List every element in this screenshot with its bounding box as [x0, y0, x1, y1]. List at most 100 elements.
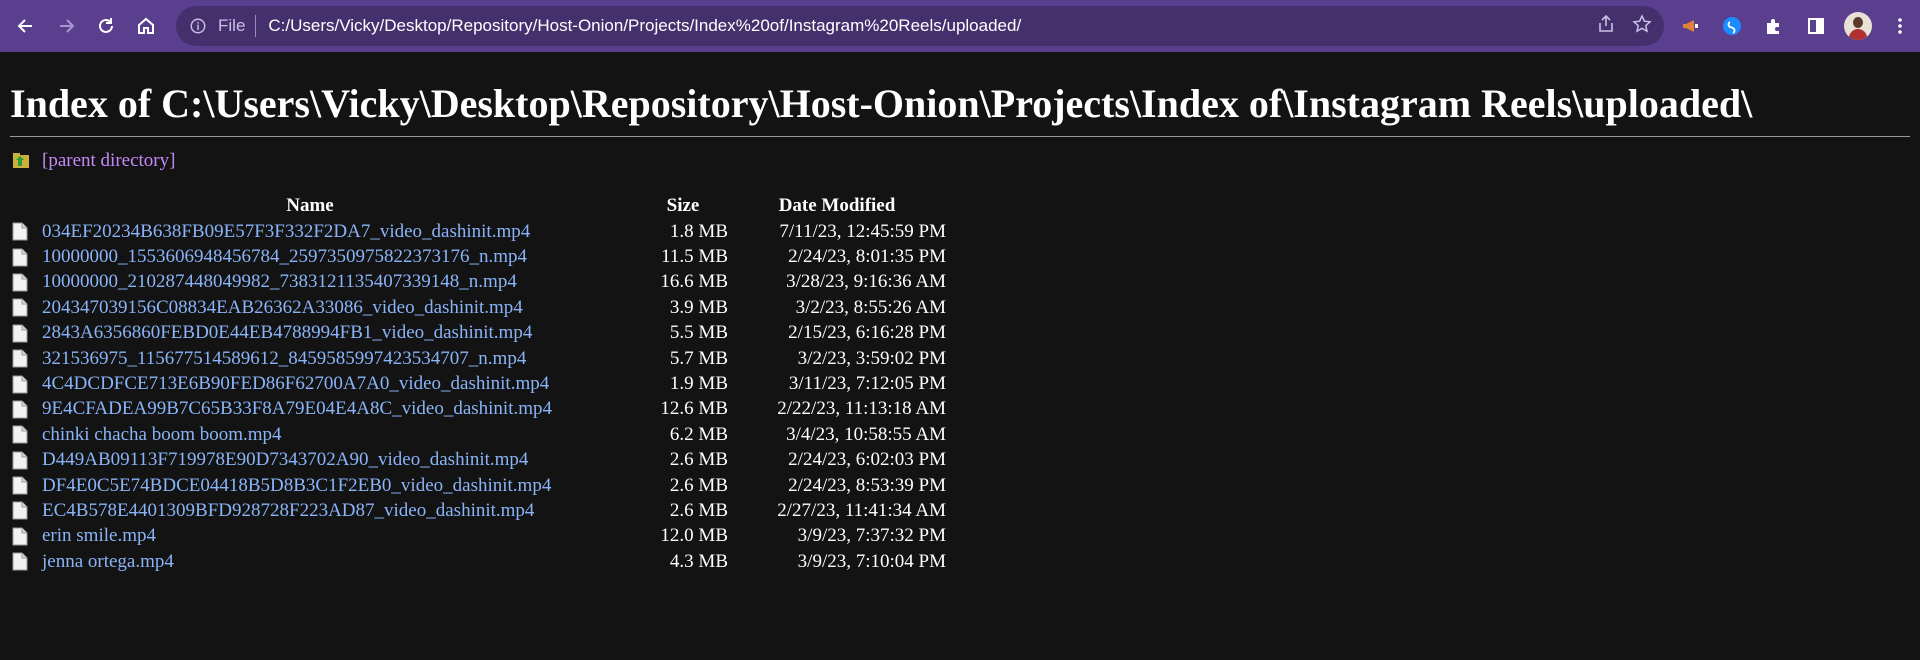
- table-row: 9E4CFADEA99B7C65B33F8A79E04E4A8C_video_d…: [10, 397, 946, 422]
- file-link[interactable]: D449AB09113F719978E90D7343702A90_video_d…: [42, 449, 528, 471]
- column-name[interactable]: Name: [10, 193, 610, 219]
- file-size: 5.7 MB: [669, 347, 728, 369]
- file-date: 3/2/23, 8:55:26 AM: [795, 296, 946, 318]
- file-size: 3.9 MB: [669, 296, 728, 318]
- file-link[interactable]: 9E4CFADEA99B7C65B33F8A79E04E4A8C_video_d…: [42, 398, 552, 420]
- file-name-cell: 2843A6356860FEBD0E44EB4788994FB1_video_d…: [10, 321, 610, 346]
- url-scheme: File: [218, 16, 246, 35]
- table-row: D449AB09113F719978E90D7343702A90_video_d…: [10, 448, 946, 473]
- file-size: 11.5 MB: [661, 246, 728, 268]
- table-row: 321536975_115677514589612_84595859974235…: [10, 346, 946, 371]
- file-icon: [12, 349, 28, 368]
- file-size: 2.6 MB: [669, 499, 728, 521]
- file-date: 3/2/23, 3:59:02 PM: [797, 347, 946, 369]
- file-icon: [12, 222, 28, 241]
- extension-megaphone-icon[interactable]: [1672, 8, 1708, 44]
- file-name-cell: 204347039156C08834EAB26362A33086_video_d…: [10, 295, 610, 320]
- file-link[interactable]: 2843A6356860FEBD0E44EB4788994FB1_video_d…: [42, 322, 532, 344]
- reload-button[interactable]: [86, 6, 126, 46]
- avatar: [1844, 12, 1872, 40]
- file-name-cell: erin smile.mp4: [10, 524, 610, 549]
- file-icon: [12, 248, 28, 267]
- file-size: 2.6 MB: [669, 474, 728, 496]
- file-link[interactable]: erin smile.mp4: [42, 525, 156, 547]
- address-bar[interactable]: File C:/Users/Vicky/Desktop/Repository/H…: [176, 6, 1664, 46]
- share-icon[interactable]: [1596, 14, 1616, 39]
- file-name-cell: 9E4CFADEA99B7C65B33F8A79E04E4A8C_video_d…: [10, 397, 610, 422]
- home-icon: [138, 17, 154, 34]
- file-link[interactable]: DF4E0C5E74BDCE04418B5D8B3C1F2EB0_video_d…: [42, 475, 551, 497]
- browser-toolbar: File C:/Users/Vicky/Desktop/Repository/H…: [0, 0, 1920, 52]
- parent-directory-link[interactable]: [parent directory]: [42, 150, 175, 172]
- file-date: 3/4/23, 10:58:55 AM: [786, 423, 946, 445]
- file-name-cell: DF4E0C5E74BDCE04418B5D8B3C1F2EB0_video_d…: [10, 473, 610, 498]
- table-row: 4C4DCDFCE713E6B90FED86F62700A7A0_video_d…: [10, 371, 946, 396]
- file-size: 4.3 MB: [669, 550, 728, 572]
- file-date: 3/9/23, 7:37:32 PM: [797, 525, 946, 547]
- file-date: 3/11/23, 7:12:05 PM: [788, 373, 946, 395]
- file-list: 034EF20234B638FB09E57F3F332F2DA7_video_d…: [10, 219, 946, 574]
- file-link[interactable]: 321536975_115677514589612_84595859974235…: [42, 348, 526, 370]
- reload-icon: [99, 18, 113, 33]
- file-name-cell: EC4B578E4401309BFD928728F223AD87_video_d…: [10, 498, 610, 523]
- column-date[interactable]: Date Modified: [728, 193, 946, 219]
- star-icon[interactable]: [1632, 13, 1652, 39]
- file-icon: [12, 501, 28, 520]
- file-link[interactable]: 4C4DCDFCE713E6B90FED86F62700A7A0_video_d…: [42, 373, 549, 395]
- file-name-cell: 034EF20234B638FB09E57F3F332F2DA7_video_d…: [10, 219, 610, 244]
- file-table: Name Size Date Modified 034EF20234B638FB…: [10, 193, 946, 574]
- extensions-bar: [1672, 6, 1918, 46]
- file-name-cell: 10000000_210287448049982_738312113540733…: [10, 270, 610, 295]
- table-row: 2843A6356860FEBD0E44EB4788994FB1_video_d…: [10, 321, 946, 346]
- url-separator: [255, 15, 257, 37]
- kebab-menu-icon[interactable]: [1882, 8, 1918, 44]
- table-row: erin smile.mp4 12.0 MB 3/9/23, 7:37:32 PM: [10, 524, 946, 549]
- file-link[interactable]: 10000000_1553606948456784_25973509758223…: [42, 246, 527, 268]
- file-link[interactable]: EC4B578E4401309BFD928728F223AD87_video_d…: [42, 500, 534, 522]
- file-name-cell: 10000000_1553606948456784_25973509758223…: [10, 244, 610, 269]
- folder-up-icon: [13, 153, 29, 168]
- file-link[interactable]: 204347039156C08834EAB26362A33086_video_d…: [42, 297, 523, 319]
- file-icon: [12, 527, 28, 546]
- parent-directory-row: [parent directory]: [10, 149, 1910, 173]
- column-size[interactable]: Size: [610, 193, 728, 219]
- side-panel-icon[interactable]: [1798, 8, 1834, 44]
- url-text[interactable]: C:/Users/Vicky/Desktop/Repository/Host-O…: [268, 16, 1021, 36]
- file-date: 2/27/23, 11:41:34 AM: [777, 499, 946, 521]
- file-icon: [12, 273, 28, 292]
- file-icon: [12, 298, 28, 317]
- home-button[interactable]: [126, 6, 166, 46]
- file-icon: [12, 324, 28, 343]
- profile-button[interactable]: [1840, 8, 1876, 44]
- table-row: jenna ortega.mp4 4.3 MB 3/9/23, 7:10:04 PM: [10, 549, 946, 574]
- file-date: 2/24/23, 8:53:39 PM: [788, 474, 946, 496]
- info-icon[interactable]: [188, 16, 208, 36]
- file-link[interactable]: jenna ortega.mp4: [42, 551, 174, 573]
- file-date: 2/24/23, 6:02:03 PM: [788, 449, 946, 471]
- file-size: 12.6 MB: [660, 398, 728, 420]
- file-size: 6.2 MB: [669, 423, 728, 445]
- file-name-cell: chinki chacha boom boom.mp4: [10, 422, 610, 447]
- file-size: 1.9 MB: [669, 373, 728, 395]
- file-date: 3/28/23, 9:16:36 AM: [786, 271, 946, 293]
- puzzle-icon[interactable]: [1756, 8, 1792, 44]
- back-button[interactable]: [6, 6, 46, 46]
- forward-button[interactable]: [46, 6, 86, 46]
- page-content: Index of C:\Users\Vicky\Desktop\Reposito…: [0, 52, 1920, 574]
- table-row: 10000000_210287448049982_738312113540733…: [10, 270, 946, 295]
- file-size: 1.8 MB: [669, 220, 728, 242]
- file-link[interactable]: chinki chacha boom boom.mp4: [42, 424, 282, 446]
- file-icon: [12, 552, 28, 571]
- file-icon: [12, 476, 28, 495]
- file-link[interactable]: 10000000_210287448049982_738312113540733…: [42, 271, 517, 293]
- file-link[interactable]: 034EF20234B638FB09E57F3F332F2DA7_video_d…: [42, 221, 530, 243]
- file-name-cell: 4C4DCDFCE713E6B90FED86F62700A7A0_video_d…: [10, 371, 610, 396]
- table-row: EC4B578E4401309BFD928728F223AD87_video_d…: [10, 498, 946, 523]
- file-date: 2/22/23, 11:13:18 AM: [777, 398, 946, 420]
- table-row: 204347039156C08834EAB26362A33086_video_d…: [10, 295, 946, 320]
- file-date: 2/15/23, 6:16:28 PM: [788, 322, 946, 344]
- table-header: Name Size Date Modified: [10, 193, 946, 219]
- table-row: DF4E0C5E74BDCE04418B5D8B3C1F2EB0_video_d…: [10, 473, 946, 498]
- file-name-cell: D449AB09113F719978E90D7343702A90_video_d…: [10, 448, 610, 473]
- extension-shazam-icon[interactable]: [1714, 8, 1750, 44]
